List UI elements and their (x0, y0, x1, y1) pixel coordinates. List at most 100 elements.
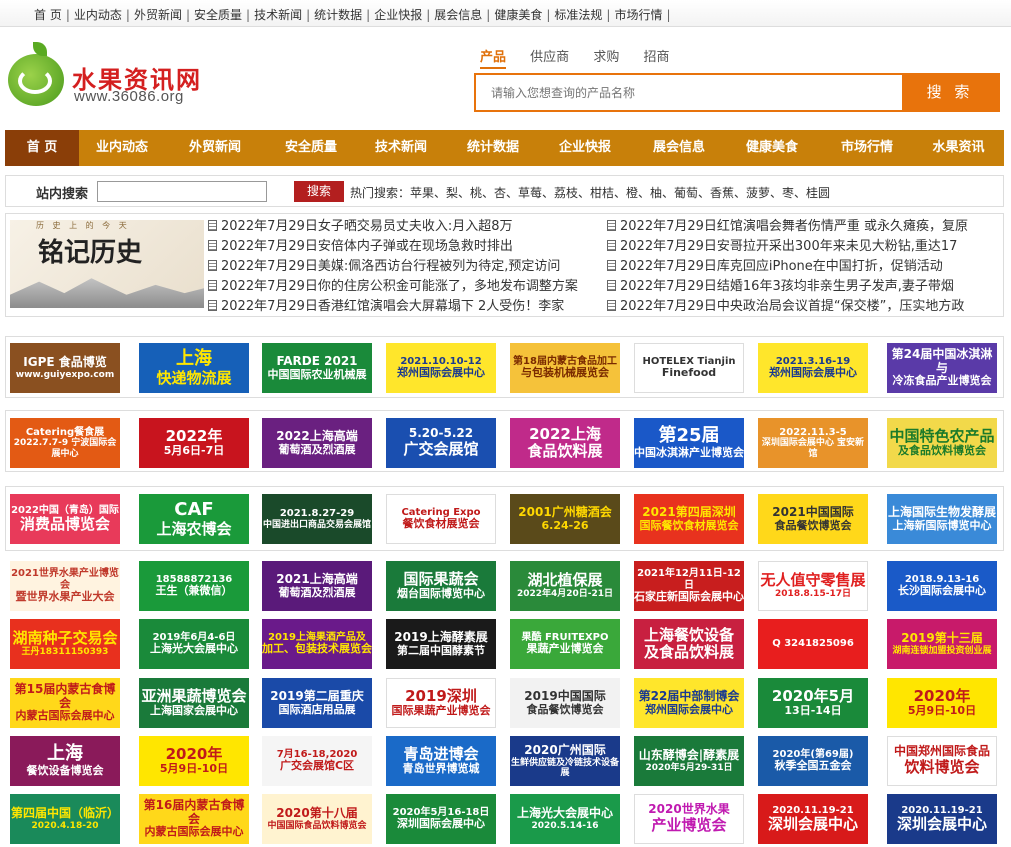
exhibition-ad-banner[interactable]: 2022年 5月6日-7日 (139, 418, 249, 468)
top-link[interactable]: 企业快报 (374, 8, 422, 22)
exhibition-ad-banner[interactable]: 第25届 中国冰淇淋产业博览会 (634, 418, 744, 468)
top-link[interactable]: 统计数据 (314, 8, 362, 22)
news-item[interactable]: 2022年7月29日红馆演唱会舞者伤情严重 或永久瘫痪，复原 (607, 217, 1001, 237)
nav-item[interactable]: 首 页 (5, 130, 79, 166)
exhibition-ad-banner[interactable]: 国际果蔬会 烟台国际博览中心 (386, 561, 496, 611)
exhibition-ad-banner[interactable]: 2022上海高端 葡萄酒及烈酒展 (262, 418, 372, 468)
exhibition-ad-banner[interactable]: 2021世界水果产业博览会 暨世界水果产业大会 (10, 561, 120, 611)
exhibition-ad-banner[interactable]: Catering Expo 餐饮食材展览会 (386, 494, 496, 544)
exhibition-ad-banner[interactable]: 2019第二届重庆 国际酒店用品展 (262, 678, 372, 728)
exhibition-ad-banner[interactable]: 2021上海高端 葡萄酒及烈酒展 (262, 561, 372, 611)
exhibition-ad-banner[interactable]: 2001广州糖酒会 6.24-26 (510, 494, 620, 544)
exhibition-ad-banner[interactable]: FARDE 2021 中国国际农业机械展 (262, 343, 372, 393)
news-item[interactable]: 2022年7月29日香港红馆演唱会大屏幕塌下 2人受伤！李家 (208, 297, 603, 317)
exhibition-ad-banner[interactable]: 湖南种子交易会 王丹18311150393 (10, 619, 120, 669)
exhibition-ad-banner[interactable]: 2019第十三届 湖南连锁加盟投资创业展 (887, 619, 997, 669)
news-item[interactable]: 2022年7月29日美媒:佩洛西访台行程被列为待定,预定访问 (208, 257, 603, 277)
exhibition-ad-banner[interactable]: 第15届内蒙古食博会 内蒙古国际会展中心 (10, 678, 120, 728)
exhibition-ad-banner[interactable]: 2018.9.13-16 长沙国际会展中心 (887, 561, 997, 611)
top-link[interactable]: 市场行情 (614, 8, 662, 22)
search-input[interactable] (476, 75, 902, 110)
exhibition-ad-banner[interactable]: 2021.10.10-12 郑州国际会展中心 (386, 343, 496, 393)
top-link[interactable]: 首 页 (34, 8, 62, 22)
exhibition-ad-banner[interactable]: 湖北植保展 2022年4月20日-21日 (510, 561, 620, 611)
site-search-input[interactable] (97, 181, 267, 202)
exhibition-ad-banner[interactable]: 2020年 5月9日-10日 (139, 736, 249, 786)
exhibition-ad-banner[interactable]: 2020.11.19-21 深圳会展中心 (758, 794, 868, 844)
exhibition-ad-banner[interactable]: 2019深圳 国际果蔬产业博览会 (386, 678, 496, 728)
exhibition-ad-banner[interactable]: 第22届中部制博会 郑州国际会展中心 (634, 678, 744, 728)
news-item[interactable]: 2022年7月29日中央政治局会议首提“保交楼”，压实地方政 (607, 297, 1001, 317)
exhibition-ad-banner[interactable]: 第24届中国冰淇淋与 冷冻食品产业博览会 (887, 343, 997, 393)
exhibition-ad-banner[interactable]: 上海光大会展中心 2020.5.14-16 (510, 794, 620, 844)
exhibition-ad-banner[interactable]: 2020年(第69届) 秋季全国五金会 (758, 736, 868, 786)
nav-item[interactable]: 市场行情 (821, 130, 913, 166)
exhibition-ad-banner[interactable]: 果酷 FRUITEXPO 果蔬产业博览会 (510, 619, 620, 669)
exhibition-ad-banner[interactable]: 2022中国（青岛）国际 消费品博览会 (10, 494, 120, 544)
exhibition-ad-banner[interactable]: 2020年5月 13日-14日 (758, 678, 868, 728)
exhibition-ad-banner[interactable]: 2019年6月4-6日 上海光大会展中心 (139, 619, 249, 669)
news-item[interactable]: 2022年7月29日结婚16年3孩均非亲生男子发声,妻子带烟 (607, 277, 1001, 297)
exhibition-ad-banner[interactable]: 上海 餐饮设备博览会 (10, 736, 120, 786)
exhibition-ad-banner[interactable]: 2020广州国际 生鲜供应链及冷链技术设备展 (510, 736, 620, 786)
exhibition-ad-banner[interactable]: 2021中国国际 食品餐饮博览会 (758, 494, 868, 544)
exhibition-ad-banner[interactable]: 山东酵博会|酵素展 2020年5月29-31日 (634, 736, 744, 786)
exhibition-ad-banner[interactable]: 第四届中国（临沂） 2020.4.18-20 (10, 794, 120, 844)
exhibition-ad-banner[interactable]: 第16届内蒙古食博会 内蒙古国际会展中心 (139, 794, 249, 844)
exhibition-ad-banner[interactable]: 2021第四届深圳 国际餐饮食材展览会 (634, 494, 744, 544)
exhibition-ad-banner[interactable]: 亚洲果蔬博览会 上海国家会展中心 (139, 678, 249, 728)
hot-search-keywords[interactable]: 热门搜索：苹果、梨、桃、杏、草莓、荔枝、柑桔、橙、柚、葡萄、香蕉、菠萝、枣、桂圆 (350, 184, 830, 201)
top-link[interactable]: 展会信息 (434, 8, 482, 22)
news-item[interactable]: 2022年7月29日你的住房公积金可能涨了，多地发布调整方案 (208, 277, 603, 297)
nav-item[interactable]: 健康美食 (727, 130, 817, 166)
nav-item[interactable]: 展会信息 (633, 130, 725, 166)
news-item[interactable]: 2022年7月29日安倍体内子弹或在现场急救时排出 (208, 237, 603, 257)
exhibition-ad-banner[interactable]: 上海国际生物发酵展 上海新国际博览中心 (887, 494, 997, 544)
nav-item[interactable]: 业内动态 (83, 130, 161, 166)
exhibition-ad-banner[interactable]: 青岛进博会 青岛世界博览城 (386, 736, 496, 786)
exhibition-ad-banner[interactable]: 5.20-5.22 广交会展馆 (386, 418, 496, 468)
exhibition-ad-banner[interactable]: 2021.8.27-29 中国进出口商品交易会展馆 (262, 494, 372, 544)
exhibition-ad-banner[interactable]: 上海餐饮设备 及食品饮料展 (634, 619, 744, 669)
exhibition-ad-banner[interactable]: 2019上海酵素展 第二届中国酵素节 (386, 619, 496, 669)
exhibition-ad-banner[interactable]: 中国郑州国际食品 饮料博览会 (887, 736, 997, 786)
exhibition-ad-banner[interactable]: 2019上海果酒产品及 加工、包装技术展览会 (262, 619, 372, 669)
exhibition-ad-banner[interactable]: 2021.3.16-19 郑州国际会展中心 (758, 343, 868, 393)
nav-item[interactable]: 安全质量 (263, 130, 359, 166)
site-search-button[interactable]: 搜索 (294, 181, 344, 202)
nav-item[interactable]: 外贸新闻 (167, 130, 263, 166)
tab-supplier[interactable]: 供应商 (530, 50, 569, 65)
exhibition-ad-banner[interactable]: 2020年5月16-18日 深圳国际会展中心 (386, 794, 496, 844)
exhibition-ad-banner[interactable]: 2020第十八届 中国国际食品饮料博览会 (262, 794, 372, 844)
tab-buy[interactable]: 求购 (593, 50, 619, 65)
exhibition-ad-banner[interactable]: 2020世界水果 产业博览会 (634, 794, 744, 844)
news-item[interactable]: 2022年7月29日安哥拉开采出300年来未见大粉钻,重达17 (607, 237, 1001, 257)
exhibition-ad-banner[interactable]: 7月16-18,2020 广交会展馆C区 (262, 736, 372, 786)
tab-product[interactable]: 产品 (480, 50, 507, 69)
history-today-banner[interactable]: 历 史 上 的 今 天 铭记历史 (10, 220, 204, 308)
top-link[interactable]: 健康美食 (494, 8, 542, 22)
nav-item[interactable]: 企业快报 (539, 130, 631, 166)
exhibition-ad-banner[interactable]: 中国特色农产品 及食品饮料博览会 (887, 418, 997, 468)
exhibition-ad-banner[interactable]: Q 3241825096 (758, 619, 868, 669)
top-link[interactable]: 技术新闻 (254, 8, 302, 22)
site-logo[interactable]: 水果资讯网 www.36086.org (8, 42, 228, 110)
nav-item[interactable]: 水果资讯 (913, 130, 1004, 166)
exhibition-ad-banner[interactable]: 2020.11.19-21 深圳会展中心 (887, 794, 997, 844)
top-link[interactable]: 外贸新闻 (134, 8, 182, 22)
news-item[interactable]: 2022年7月29日女子晒交易员丈夫收入:月入超8万 (208, 217, 603, 237)
top-link[interactable]: 标准法规 (554, 8, 602, 22)
exhibition-ad-banner[interactable]: Catering餐食展 2022.7.7-9 宁波国际会展中心 (10, 418, 120, 468)
exhibition-ad-banner[interactable]: 2020年 5月9日-10日 (887, 678, 997, 728)
exhibition-ad-banner[interactable]: HOTELEX Tianjin Finefood (634, 343, 744, 393)
exhibition-ad-banner[interactable]: IGPE 食品博览 www.guiyexpo.com (10, 343, 120, 393)
search-button[interactable]: 搜 索 (902, 75, 998, 110)
tab-invest[interactable]: 招商 (643, 50, 669, 65)
exhibition-ad-banner[interactable]: 18588872136 王生（兼微信） (139, 561, 249, 611)
nav-item[interactable]: 技术新闻 (355, 130, 447, 166)
exhibition-ad-banner[interactable]: 无人值守零售展 2018.8.15-17日 (758, 561, 868, 611)
exhibition-ad-banner[interactable]: 2022上海 食品饮料展 (510, 418, 620, 468)
exhibition-ad-banner[interactable]: 2019中国国际 食品餐饮博览会 (510, 678, 620, 728)
exhibition-ad-banner[interactable]: 2022.11.3-5 深圳国际会展中心 宝安新馆 (758, 418, 868, 468)
nav-item[interactable]: 统计数据 (449, 130, 537, 166)
